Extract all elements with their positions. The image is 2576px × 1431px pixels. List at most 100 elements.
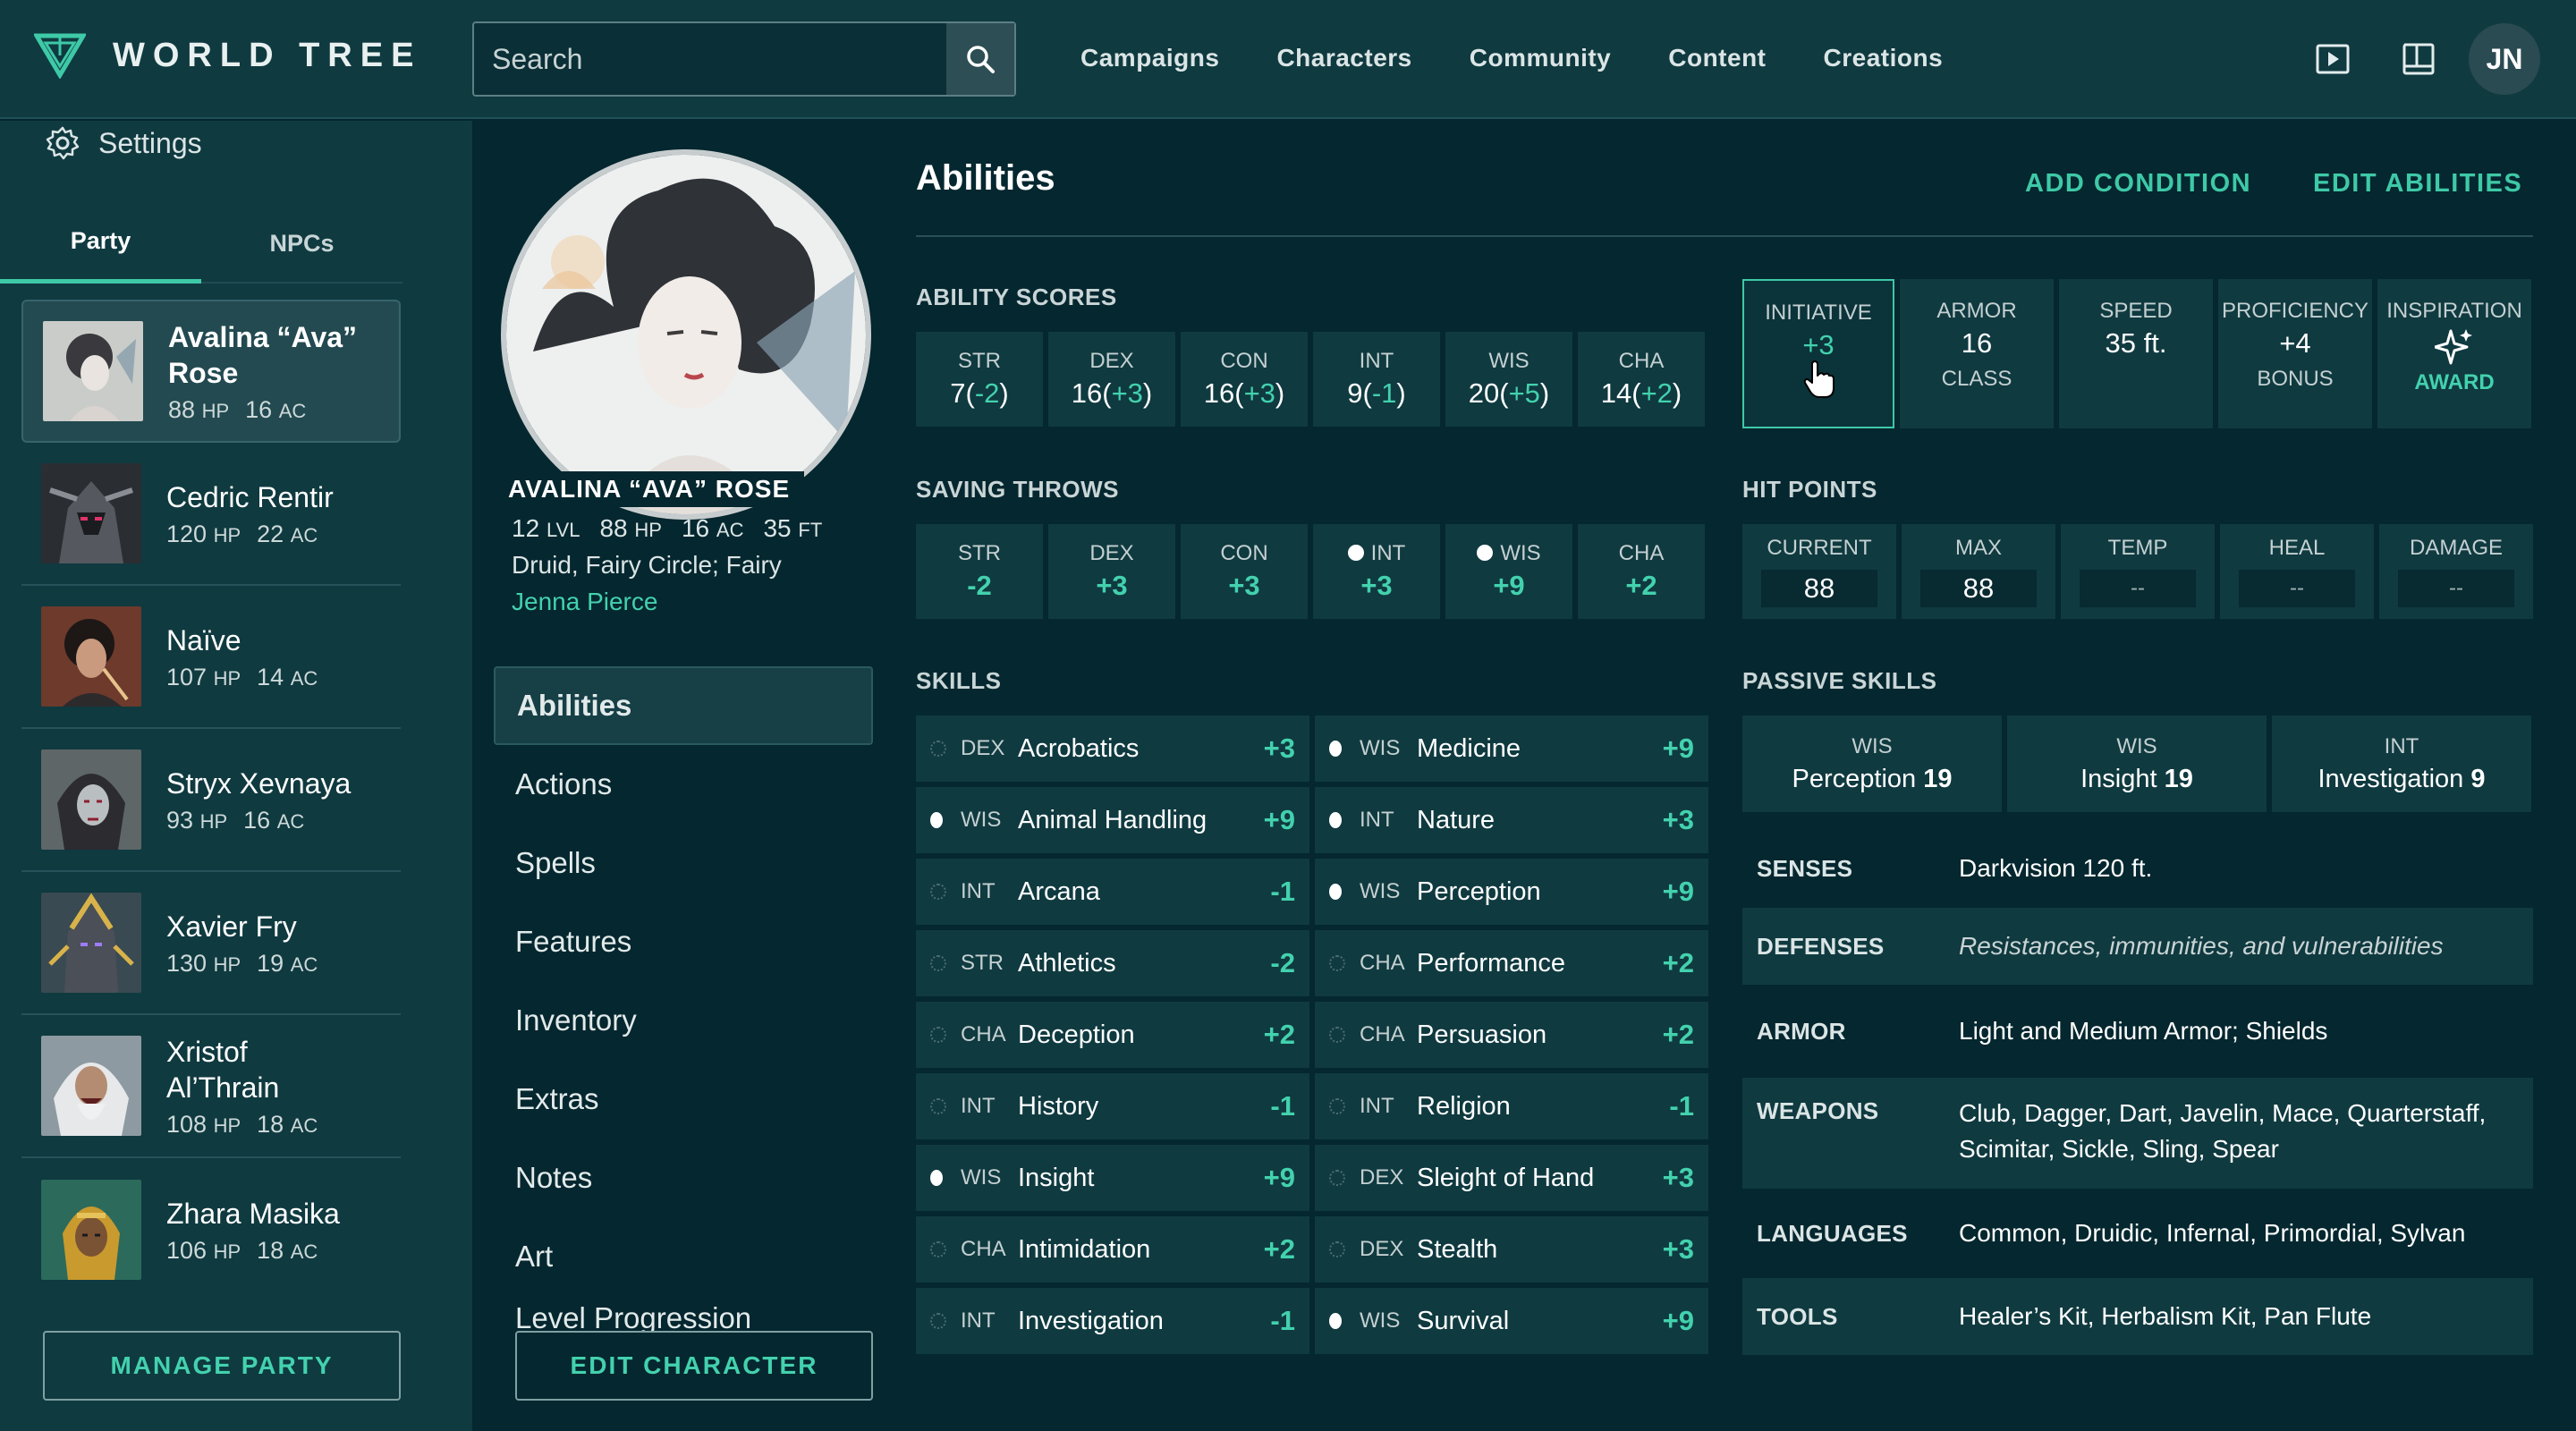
saving-throw-con[interactable]: CON +3	[1181, 524, 1308, 619]
ability-score-dex[interactable]: DEX 16(+3)	[1048, 332, 1175, 427]
proficiency-indicator	[930, 741, 950, 757]
inspiration-stat[interactable]: INSPIRATION AWARD	[2377, 279, 2531, 428]
party-member[interactable]: Stryx Xevnaya 93 HP 16 AC	[21, 729, 401, 872]
passive-investigation: INT Investigation 9	[2272, 716, 2531, 812]
menu-notes[interactable]: Notes	[494, 1139, 873, 1217]
ability-score-str[interactable]: STR 7(-2)	[916, 332, 1043, 427]
skill-row[interactable]: WIS Medicine +9	[1315, 716, 1708, 782]
party-member[interactable]: Zhara Masika 106 HP 18 AC	[21, 1158, 401, 1301]
skill-row[interactable]: CHA Persuasion +2	[1315, 1002, 1708, 1068]
menu-extras[interactable]: Extras	[494, 1060, 873, 1139]
skill-row[interactable]: DEX Sleight of Hand +3	[1315, 1145, 1708, 1211]
proficiency-indicator	[930, 812, 950, 828]
hp-max-input[interactable]: 88	[1920, 570, 2037, 607]
search-input[interactable]	[492, 23, 939, 95]
party-member[interactable]: Naïve 107 HP 14 AC	[21, 586, 401, 729]
saving-throw-cha[interactable]: CHA +2	[1578, 524, 1705, 619]
skill-row[interactable]: CHA Intimidation +2	[916, 1216, 1309, 1283]
add-condition-button[interactable]: ADD CONDITION	[2025, 169, 2251, 199]
edit-character-button[interactable]: EDIT CHARACTER	[515, 1331, 873, 1401]
ability-score-cha[interactable]: CHA 14(+2)	[1578, 332, 1705, 427]
skill-row[interactable]: STR Athletics -2	[916, 930, 1309, 996]
party-list: Avalina “Ava” Rose 88 HP 16 AC Cedric Rent…	[21, 300, 401, 1301]
skill-row[interactable]: DEX Stealth +3	[1315, 1216, 1708, 1283]
tab-party[interactable]: Party	[0, 203, 201, 284]
nav-content[interactable]: Content	[1668, 44, 1766, 72]
play-button[interactable]	[2311, 38, 2354, 80]
skill-row[interactable]: INT Investigation -1	[916, 1288, 1309, 1354]
defenses-row[interactable]: DEFENSES Resistances, immunities, and vul…	[1742, 908, 2533, 985]
ability-score-wis[interactable]: WIS 20(+5)	[1445, 332, 1572, 427]
nav-characters[interactable]: Characters	[1276, 44, 1411, 72]
proficiency-bonus-stat[interactable]: PROFICIENCY +4 BONUS	[2218, 279, 2372, 428]
menu-art[interactable]: Art	[494, 1217, 873, 1296]
saving-throw-int[interactable]: INT +3	[1313, 524, 1440, 619]
ac-unit: AC	[290, 1113, 318, 1137]
skill-row[interactable]: WIS Survival +9	[1315, 1288, 1708, 1354]
initiative-stat[interactable]: INITIATIVE +3	[1742, 279, 1894, 428]
award-inspiration-button[interactable]: AWARD	[2414, 370, 2494, 395]
member-ac: 18	[257, 1236, 284, 1264]
nav-campaigns[interactable]: Campaigns	[1080, 44, 1219, 72]
book-button[interactable]	[2397, 38, 2440, 80]
skill-row[interactable]: CHA Deception +2	[916, 1002, 1309, 1068]
skill-ability: STR	[961, 951, 1004, 975]
saving-throw-str[interactable]: STR -2	[916, 524, 1043, 619]
speed-stat[interactable]: SPEED 35 ft.	[2059, 279, 2213, 428]
skill-modifier: +2	[1662, 947, 1694, 978]
manage-party-button[interactable]: MANAGE PARTY	[43, 1331, 401, 1401]
ac-unit: AC	[716, 519, 744, 541]
passive-name: Perception	[1792, 764, 1917, 793]
skill-row[interactable]: DEX Acrobatics +3	[916, 716, 1309, 782]
hp-damage-input[interactable]: --	[2398, 570, 2514, 607]
app-logo[interactable]: WORLD TREE	[34, 32, 421, 79]
armor-class-stat[interactable]: ARMOR 16 CLASS	[1900, 279, 2054, 428]
skill-row[interactable]: WIS Perception +9	[1315, 859, 1708, 925]
combat-stats: INITIATIVE +3 ARMOR 16 CLASS SPEED 35 ft. PR…	[1742, 279, 2531, 428]
search-button[interactable]	[946, 23, 1014, 95]
saving-throw-dex[interactable]: DEX +3	[1048, 524, 1175, 619]
ability-score-con[interactable]: CON 16(+3)	[1181, 332, 1308, 427]
hp-current-input[interactable]: 88	[1761, 570, 1877, 607]
skill-row[interactable]: INT Religion -1	[1315, 1073, 1708, 1139]
edit-abilities-button[interactable]: EDIT ABILITIES	[2313, 169, 2522, 199]
menu-inventory[interactable]: Inventory	[494, 981, 873, 1060]
menu-features[interactable]: Features	[494, 902, 873, 981]
tab-npcs[interactable]: NPCs	[201, 203, 402, 284]
settings-link[interactable]: Settings	[45, 121, 202, 165]
hp-temp-input[interactable]: --	[2080, 570, 2196, 607]
skill-modifier: +9	[1662, 876, 1694, 907]
menu-level-progression[interactable]: Level Progression	[494, 1296, 873, 1335]
ability-score: 20	[1468, 377, 1500, 409]
skill-modifier: +2	[1263, 1019, 1295, 1050]
saving-throw-wis[interactable]: WIS +9	[1445, 524, 1572, 619]
skill-name: Perception	[1417, 876, 1541, 906]
skill-row[interactable]: WIS Insight +9	[916, 1145, 1309, 1211]
skill-row[interactable]: INT History -1	[916, 1073, 1309, 1139]
ability-score-int[interactable]: INT 9(-1)	[1313, 332, 1440, 427]
hp-unit: HP	[201, 399, 230, 422]
skill-row[interactable]: INT Nature +3	[1315, 787, 1708, 853]
hp-heal-input[interactable]: --	[2239, 570, 2355, 607]
not-proficient-dot-icon	[1329, 1027, 1345, 1043]
menu-actions[interactable]: Actions	[494, 745, 873, 824]
menu-abilities[interactable]: Abilities	[494, 666, 873, 745]
nav-creations[interactable]: Creations	[1824, 44, 1944, 72]
menu-spells[interactable]: Spells	[494, 824, 873, 902]
proficiency-indicator	[1329, 884, 1349, 900]
nav-community[interactable]: Community	[1470, 44, 1612, 72]
settings-label: Settings	[98, 126, 202, 159]
party-member[interactable]: Xavier Fry 130 HP 19 AC	[21, 872, 401, 1015]
skill-row[interactable]: INT Arcana -1	[916, 859, 1309, 925]
user-avatar[interactable]: JN	[2469, 23, 2540, 95]
ability-mod: -2	[974, 377, 1000, 409]
skill-modifier: +9	[1263, 1162, 1295, 1193]
party-member[interactable]: Avalina “Ava” Rose 88 HP 16 AC	[21, 300, 401, 443]
party-member[interactable]: Cedric Rentir 120 HP 22 AC	[21, 443, 401, 586]
party-member[interactable]: Xristof Al’Thrain 108 HP 18 AC	[21, 1015, 401, 1158]
player-link[interactable]: Jenna Pierce	[512, 588, 657, 616]
skill-row[interactable]: WIS Animal Handling +9	[916, 787, 1309, 853]
save-mod: +2	[1625, 570, 1657, 601]
skill-name: Investigation	[1018, 1306, 1164, 1335]
skill-row[interactable]: CHA Performance +2	[1315, 930, 1708, 996]
